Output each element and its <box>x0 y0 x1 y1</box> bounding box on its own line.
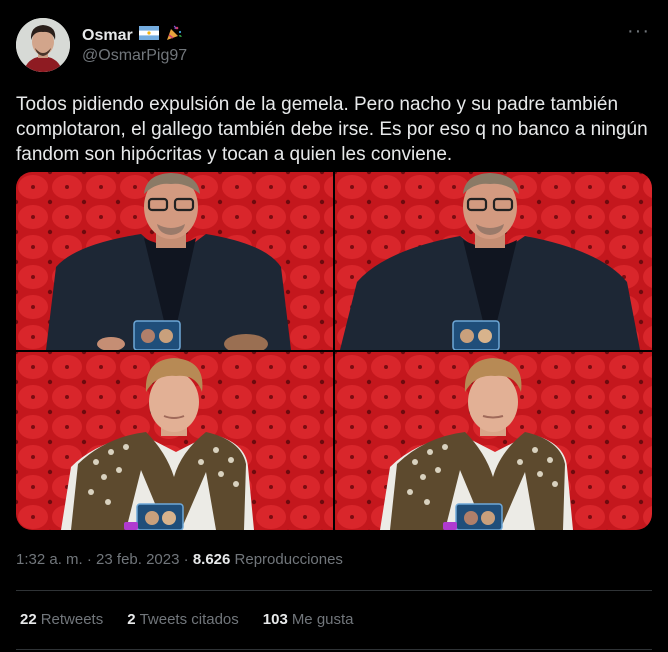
avatar-image <box>16 18 70 72</box>
media-image-3[interactable] <box>16 352 333 530</box>
meta-separator: · <box>183 551 189 568</box>
tweet-meta: 1:32 a. m. · 23 feb. 2023 · 8.626 Reprod… <box>16 551 343 568</box>
divider <box>16 649 652 650</box>
views-label: Reproducciones <box>234 551 343 568</box>
retweets-count: 22 <box>20 611 37 628</box>
young-man-image <box>16 352 333 530</box>
views-count: 8.626 <box>192 551 231 568</box>
display-name[interactable]: Osmar <box>82 27 133 45</box>
author-name-row[interactable]: Osmar <box>82 24 183 47</box>
divider <box>16 590 652 591</box>
avatar[interactable] <box>16 18 70 72</box>
man-in-suit-image <box>335 172 652 350</box>
author-handle[interactable]: @OsmarPig97 <box>82 47 187 65</box>
party-popper-icon <box>165 24 183 47</box>
quote-tweets-stat[interactable]: 2 Tweets citados <box>127 611 239 628</box>
likes-count: 103 <box>262 611 288 628</box>
quotes-label: Tweets citados <box>139 611 239 628</box>
engagement-stats: 22 Retweets 2 Tweets citados 103 Me gusta <box>20 611 354 628</box>
media-image-4[interactable] <box>335 352 652 530</box>
young-man-image <box>335 352 652 530</box>
man-in-suit-image <box>16 172 333 350</box>
more-options-icon[interactable]: ··· <box>627 20 650 43</box>
likes-label: Me gusta <box>291 611 354 628</box>
retweets-label: Retweets <box>40 611 104 628</box>
tweet-date[interactable]: 23 feb. 2023 <box>96 551 179 568</box>
meta-separator: · <box>86 551 92 568</box>
media-image-2[interactable] <box>335 172 652 350</box>
quotes-count: 2 <box>127 611 136 628</box>
likes-stat[interactable]: 103 Me gusta <box>263 611 354 628</box>
retweets-stat[interactable]: 22 Retweets <box>20 611 103 628</box>
media-image-1[interactable] <box>16 172 333 350</box>
tweet-text: Todos pidiendo expulsión de la gemela. P… <box>16 94 648 165</box>
tweet-media-grid[interactable] <box>16 172 652 530</box>
argentina-flag-icon <box>138 26 159 45</box>
tweet-time[interactable]: 1:32 a. m. <box>16 551 83 568</box>
